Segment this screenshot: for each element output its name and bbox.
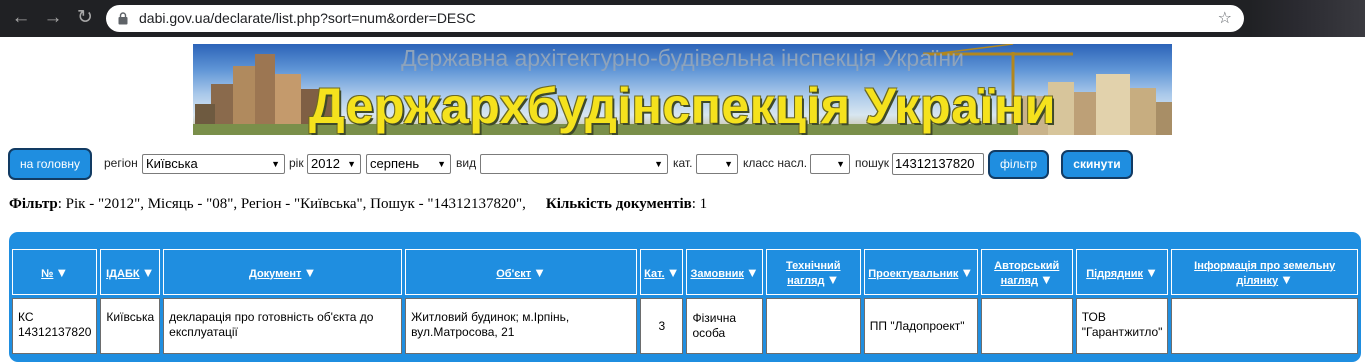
reload-icon[interactable]: ↻ [74, 7, 96, 29]
document-count-text: : 1 [691, 196, 708, 212]
category-label: кат. [673, 156, 693, 170]
year-label: рік [289, 156, 304, 170]
sort-arrow-icon[interactable]: ▼ [746, 265, 759, 280]
cell-contractor: ТОВ "Гарантжитло" [1075, 298, 1169, 354]
cell-num: КС 14312137820 [12, 298, 98, 354]
cell-document: декларація про готовність об'єкта до екс… [163, 298, 403, 354]
header-num[interactable]: № ▼ [12, 249, 98, 295]
home-button[interactable]: на головну [8, 148, 92, 180]
table-row: КС 14312137820 Київська декларація про г… [12, 298, 1358, 354]
back-arrow-icon[interactable]: ← [10, 7, 32, 29]
document-count-key: Кількість документів [545, 196, 692, 212]
cell-customer: Фізична особа [686, 298, 763, 354]
header-customer[interactable]: Замовник ▼ [686, 249, 763, 295]
header-idabk[interactable]: ІДАБК ▼ [100, 249, 161, 295]
banner-subtitle: Державна архітектурно-будівельна інспекц… [401, 45, 964, 71]
header-object[interactable]: Об'єкт ▼ [405, 249, 638, 295]
header-document[interactable]: Документ ▼ [163, 249, 403, 295]
chevron-down-icon: ▼ [437, 159, 446, 169]
type-select[interactable]: ▼ [480, 154, 668, 174]
header-designer[interactable]: Проектувальник ▼ [863, 249, 978, 295]
browser-toolbar: ← → ↻ dabi.gov.ua/declarate/list.php?sor… [0, 0, 1365, 37]
url-text: dabi.gov.ua/declarate/list.php?sort=num&… [139, 10, 476, 26]
filter-summary-text: : Рік - "2012", Місяць - "08", Регіон - … [57, 196, 526, 212]
region-select[interactable]: Київська ▼ [142, 154, 285, 174]
sort-arrow-icon[interactable]: ▼ [533, 265, 546, 280]
sort-arrow-icon[interactable]: ▼ [667, 265, 680, 280]
site-banner: Державна архітектурно-будівельна інспекц… [193, 44, 1172, 135]
reset-button[interactable]: скинути [1061, 150, 1133, 179]
region-label: регіон [104, 156, 138, 170]
results-table-frame: № ▼ ІДАБК ▼ Документ ▼ Об'єкт ▼ Кат. ▼ Замовн… [9, 232, 1361, 362]
header-land-info[interactable]: Інформація про земельну ділянку ▼ [1171, 249, 1358, 295]
month-select-value: серпень [370, 156, 420, 171]
header-tech-supervision[interactable]: Технічний нагляд ▼ [765, 249, 861, 295]
region-select-value: Київська [146, 156, 198, 171]
sort-arrow-icon[interactable]: ▼ [55, 265, 68, 280]
filter-summary: Фільтр: Рік - "2012", Місяць - "08", Рег… [9, 196, 707, 213]
sort-arrow-icon[interactable]: ▼ [1280, 272, 1293, 287]
search-label: пошук [855, 156, 890, 170]
chevron-down-icon: ▼ [271, 159, 280, 169]
category-select[interactable]: ▼ [696, 154, 738, 174]
toolbar-background-decoration [1250, 0, 1365, 37]
results-table: № ▼ ІДАБК ▼ Документ ▼ Об'єкт ▼ Кат. ▼ Замовн… [9, 246, 1361, 357]
sort-arrow-icon[interactable]: ▼ [1145, 265, 1158, 280]
cell-tech-supervision [765, 298, 861, 354]
chevron-down-icon: ▼ [836, 159, 845, 169]
class-label: класс насл. [743, 156, 808, 170]
sort-arrow-icon[interactable]: ▼ [827, 272, 840, 287]
cell-idabk: Київська [100, 298, 161, 354]
cell-land-info [1171, 298, 1358, 354]
banner-title: Держархбудінспекція України [308, 78, 1057, 134]
filter-button[interactable]: фільтр [988, 150, 1049, 179]
header-author-supervision[interactable]: Авторський нагляд ▼ [980, 249, 1073, 295]
lock-icon [118, 12, 128, 25]
header-category[interactable]: Кат. ▼ [640, 249, 684, 295]
sort-arrow-icon[interactable]: ▼ [142, 265, 155, 280]
address-bar[interactable]: dabi.gov.ua/declarate/list.php?sort=num&… [106, 5, 1244, 32]
search-input[interactable]: 14312137820 [892, 153, 984, 175]
year-select[interactable]: 2012 ▼ [307, 154, 361, 174]
type-label: вид [456, 156, 477, 170]
forward-arrow-icon[interactable]: → [42, 7, 64, 29]
filter-summary-key: Фільтр [9, 196, 58, 212]
year-select-value: 2012 [311, 156, 340, 171]
chevron-down-icon: ▼ [654, 159, 663, 169]
chevron-down-icon: ▼ [724, 159, 733, 169]
cell-author-supervision [980, 298, 1073, 354]
sort-arrow-icon[interactable]: ▼ [303, 265, 316, 280]
table-header-row: № ▼ ІДАБК ▼ Документ ▼ Об'єкт ▼ Кат. ▼ Замовн… [12, 249, 1358, 295]
chevron-down-icon: ▼ [347, 159, 356, 169]
sort-arrow-icon[interactable]: ▼ [960, 265, 973, 280]
cell-category: 3 [640, 298, 684, 354]
sort-arrow-icon[interactable]: ▼ [1040, 272, 1053, 287]
cell-object: Житловий будинок; м.Ірпінь, вул.Матросов… [405, 298, 638, 354]
cell-designer: ПП "Ладопроект" [863, 298, 978, 354]
class-select[interactable]: ▼ [810, 154, 850, 174]
header-contractor[interactable]: Підрядник ▼ [1075, 249, 1169, 295]
month-select[interactable]: серпень ▼ [366, 154, 451, 174]
star-icon[interactable]: ☆ [1218, 5, 1232, 32]
